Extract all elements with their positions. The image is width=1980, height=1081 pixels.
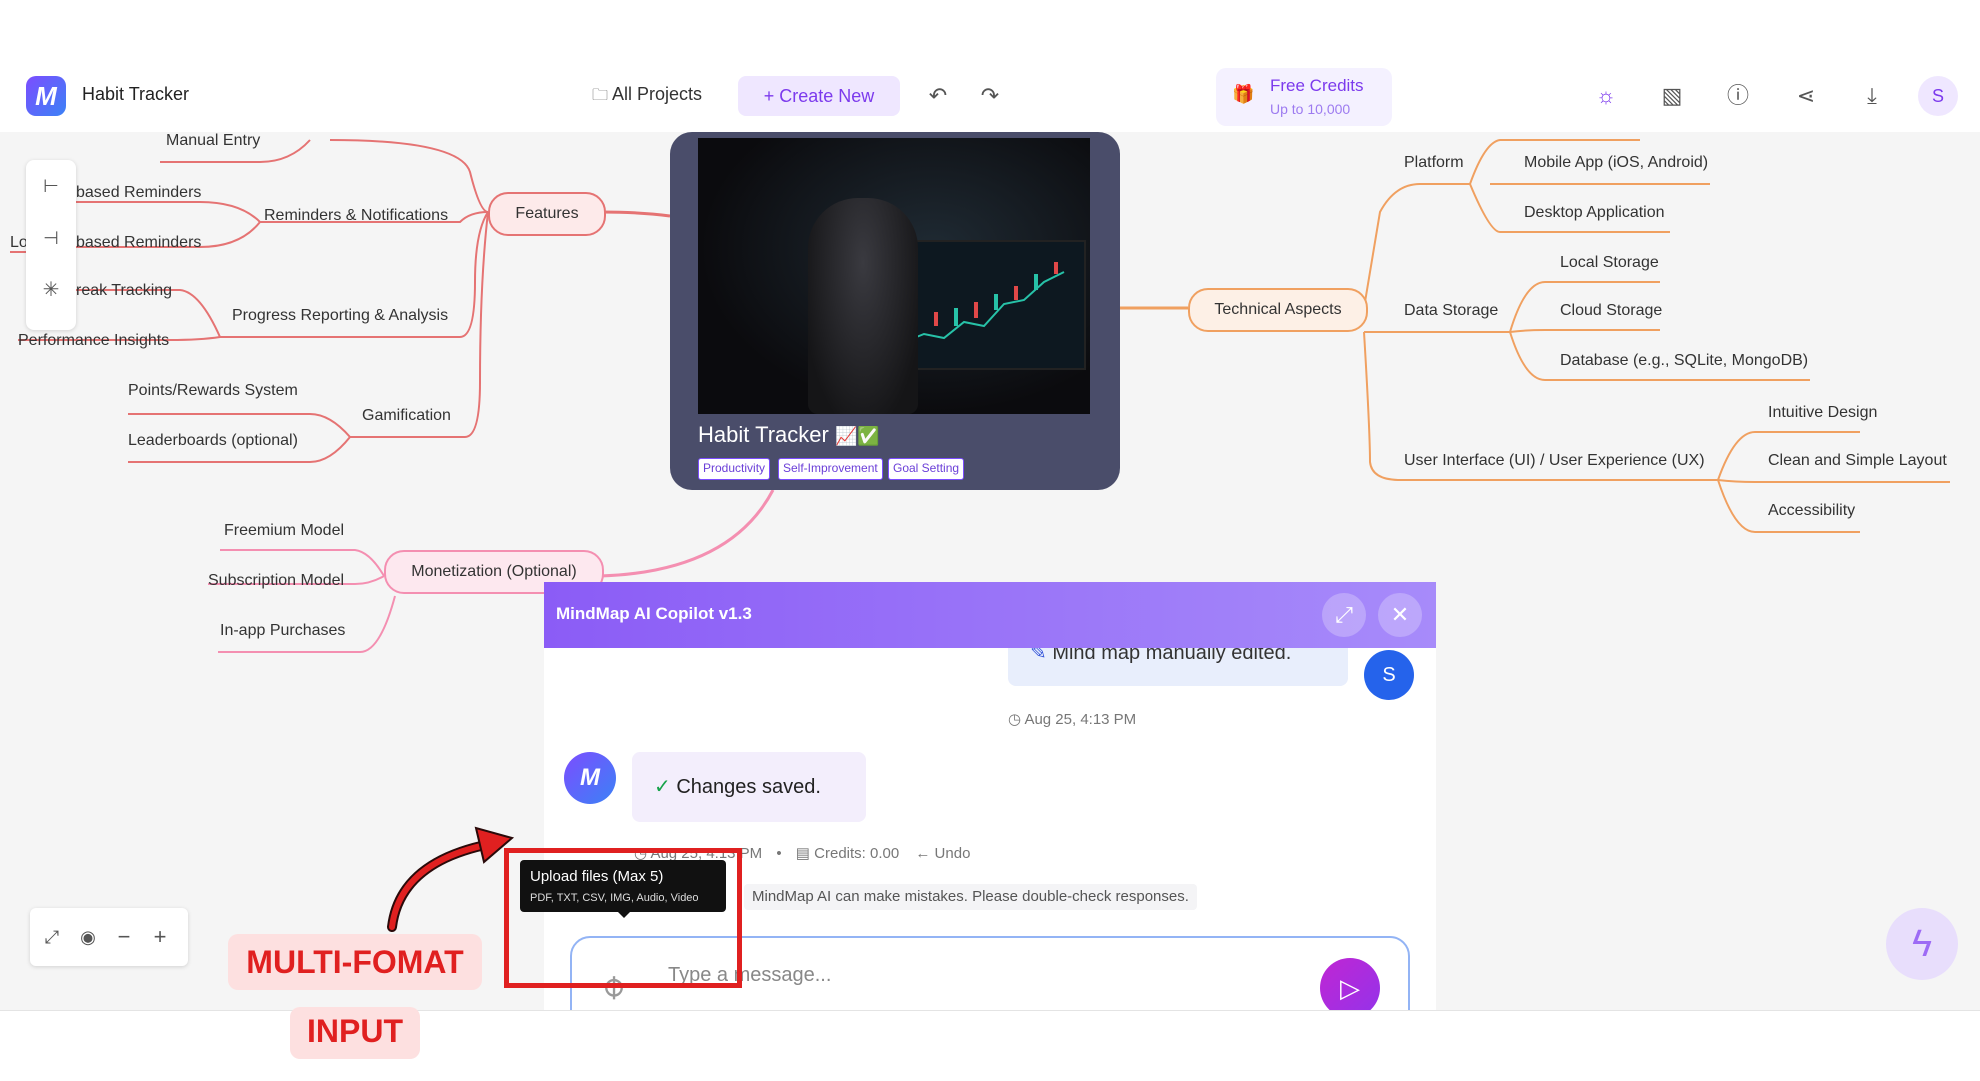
node-location-based-reminders[interactable]: based Reminders <box>76 234 201 252</box>
share-icon[interactable]: ⋖ <box>1788 78 1824 114</box>
clock-icon: ◷ <box>1008 711 1022 728</box>
node-database[interactable]: Database (e.g., SQLite, MongoDB) <box>1560 352 1808 370</box>
node-in-app-purchases[interactable]: In-app Purchases <box>220 622 345 640</box>
redo-icon[interactable]: ↷ <box>972 78 1008 114</box>
download-icon[interactable]: ⤓ <box>1854 78 1890 114</box>
node-reminders-notifications[interactable]: Reminders & Notifications <box>264 207 448 225</box>
node-gamification[interactable]: Gamification <box>362 407 451 425</box>
copilot-title: MindMap AI Copilot v1.3 <box>556 604 752 623</box>
ai-disclaimer: MindMap AI can make mistakes. Please dou… <box>744 884 1197 910</box>
mindmap-canvas[interactable]: Manual Entry based Reminders Reminders &… <box>0 132 1980 1010</box>
zoom-out-icon[interactable]: − <box>106 919 142 955</box>
plus-icon: + <box>763 86 775 106</box>
close-icon[interactable]: ✕ <box>1378 593 1422 637</box>
person-silhouette <box>808 198 918 414</box>
node-accessibility[interactable]: Accessibility <box>1768 502 1855 520</box>
tag-goal-setting[interactable]: Goal Setting <box>888 458 965 480</box>
undo-icon[interactable]: ↶ <box>920 78 956 114</box>
node-performance-insights[interactable]: Performance Insights <box>18 332 169 350</box>
free-credits-button[interactable]: 🎁 Free Credits Up to 10,000 <box>1216 68 1392 126</box>
zoom-controls: ⤢ ◉ − + <box>30 908 188 966</box>
node-local-storage[interactable]: Local Storage <box>1560 254 1659 272</box>
top-header: M Habit Tracker 🗀 All Projects + Create … <box>0 60 1980 132</box>
node-clean-layout[interactable]: Clean and Simple Layout <box>1768 452 1947 470</box>
node-streak-tracking[interactable]: reak Tracking <box>76 282 172 300</box>
node-data-storage[interactable]: Data Storage <box>1404 302 1498 320</box>
annotation-highlight-box <box>504 848 742 988</box>
monitor-shape <box>892 240 1086 370</box>
app-logo[interactable]: M <box>26 76 66 116</box>
annotation-label-line2: INPUT <box>307 1013 403 1049</box>
fit-screen-icon[interactable]: ⤢ <box>34 919 70 955</box>
node-platform[interactable]: Platform <box>1404 154 1464 172</box>
node-progress-reporting[interactable]: Progress Reporting & Analysis <box>232 307 448 325</box>
check-icon: ✓ <box>654 776 671 798</box>
help-icon[interactable]: ⓘ <box>1720 78 1756 114</box>
create-new-button[interactable]: + Create New <box>738 76 900 116</box>
locate-icon[interactable]: ◉ <box>70 919 106 955</box>
node-manual-entry[interactable]: Manual Entry <box>166 132 260 150</box>
root-node-card[interactable]: Habit Tracker 📈✅ Productivity Self-Impro… <box>670 132 1120 490</box>
layout-right-icon[interactable]: ⊢ <box>33 168 69 204</box>
tag-self-improvement[interactable]: Self-Improvement <box>778 458 883 480</box>
layout-left-icon[interactable]: ⊣ <box>33 220 69 256</box>
copilot-header: MindMap AI Copilot v1.3 ⤢ ✕ <box>544 582 1436 648</box>
root-node-image <box>698 138 1090 414</box>
user-avatar[interactable]: S <box>1918 76 1958 116</box>
node-leaderboards[interactable]: Leaderboards (optional) <box>128 432 298 450</box>
node-desktop-app[interactable]: Desktop Application <box>1524 204 1665 222</box>
user-message-time: ◷ Aug 25, 4:13 PM <box>1008 711 1137 728</box>
credits-title: Free Credits <box>1270 76 1364 95</box>
pencil-icon: ✎ <box>1030 648 1047 664</box>
bottom-strip: INPUT <box>0 1007 1980 1081</box>
arrow-left-icon: ← <box>915 845 931 862</box>
expand-icon[interactable]: ⤢ <box>1322 593 1366 637</box>
node-time-based-reminders[interactable]: based Reminders <box>76 184 201 202</box>
node-ui-ux[interactable]: User Interface (UI) / User Experience (U… <box>1404 452 1705 470</box>
ai-message-bubble: ✓ Changes saved. <box>632 752 866 822</box>
node-features[interactable]: Features <box>488 192 606 236</box>
node-mobile-app[interactable]: Mobile App (iOS, Android) <box>1524 154 1708 172</box>
sun-icon[interactable]: ☼ <box>1588 78 1624 114</box>
node-cloud-storage[interactable]: Cloud Storage <box>1560 302 1662 320</box>
app-title: Habit Tracker <box>82 84 190 104</box>
ai-message-credits: Credits: 0.00 <box>814 845 900 862</box>
gift-icon: 🎁 <box>1232 84 1255 104</box>
user-message-bubble: ✎ Mind map manually edited. <box>1008 648 1348 686</box>
tag-productivity[interactable]: Productivity <box>698 458 771 480</box>
all-projects-button[interactable]: 🗀 All Projects <box>592 84 702 111</box>
stock-chart-graphic <box>903 262 1065 343</box>
ai-message-text: ✓ Changes saved. <box>654 776 821 798</box>
lightning-icon[interactable]: ϟ <box>1886 908 1958 980</box>
node-intuitive-design[interactable]: Intuitive Design <box>1768 404 1877 422</box>
layout-radial-icon[interactable]: ✳ <box>33 272 69 308</box>
node-freemium[interactable]: Freemium Model <box>224 522 344 540</box>
node-technical-aspects[interactable]: Technical Aspects <box>1188 288 1368 332</box>
node-points-rewards[interactable]: Points/Rewards System <box>128 382 298 400</box>
ai-avatar: M <box>564 752 616 804</box>
user-message-text: ✎ Mind map manually edited. <box>1030 648 1291 665</box>
credits-subtitle: Up to 10,000 <box>1270 101 1351 117</box>
annotation-label-line1: MULTI-FOMAT <box>246 944 464 980</box>
node-subscription[interactable]: Subscription Model <box>208 572 344 590</box>
annotation-arrow <box>387 826 515 932</box>
root-node-title: Habit Tracker 📈✅ <box>698 422 880 447</box>
layout-icon[interactable]: ▧ <box>1654 78 1690 114</box>
folder-icon: 🗀 <box>592 87 609 104</box>
send-icon[interactable]: ▷ <box>1320 958 1380 1010</box>
layout-toolbar: ⊢ ⊣ ✳ <box>26 160 76 330</box>
undo-message-button[interactable]: ← Undo <box>915 845 970 862</box>
zoom-in-icon[interactable]: + <box>142 919 178 955</box>
credits-icon: ▤ <box>795 845 810 862</box>
user-chat-avatar: S <box>1364 650 1414 700</box>
